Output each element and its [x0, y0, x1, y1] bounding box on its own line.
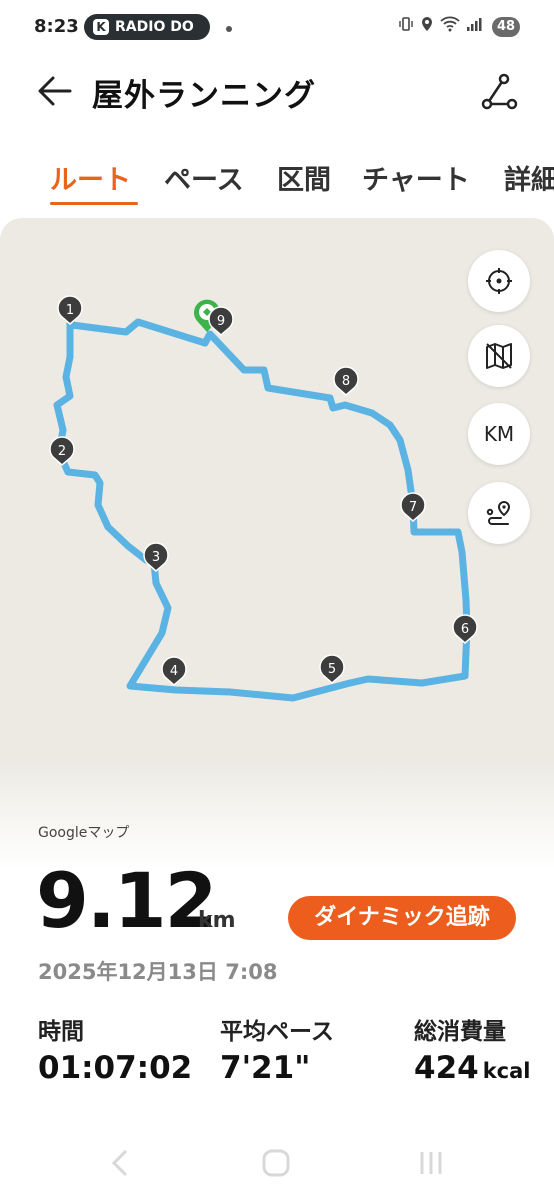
route-marker-7[interactable]: 7 — [400, 492, 426, 522]
tab-chart[interactable]: チャート — [362, 158, 470, 197]
route-pin-icon — [486, 500, 511, 525]
radio-app-icon: K — [93, 19, 109, 35]
tab-bar: ルート ペース 区間 チャート 詳細 — [0, 150, 554, 208]
route-marker-label: 7 — [409, 500, 417, 515]
crosshair-icon — [486, 268, 512, 294]
share-icon — [481, 73, 518, 110]
route-marker-label: 6 — [461, 622, 469, 637]
map-attribution: Googleマップ — [38, 825, 130, 841]
nav-back-icon[interactable] — [108, 1148, 132, 1178]
route-marker-label: 2 — [58, 444, 66, 459]
nav-home-icon[interactable] — [261, 1148, 291, 1178]
activity-datetime: 2025年12月13日 7:08 — [38, 960, 278, 984]
stat-value-time: 01:07:02 — [38, 1050, 192, 1086]
dynamic-tracking-button[interactable]: ダイナミック追跡 — [288, 896, 516, 940]
route-marker-1[interactable]: 1 — [57, 295, 83, 325]
back-arrow-icon — [38, 76, 72, 106]
route-marker-label: 9 — [217, 314, 225, 329]
stat-label-time: 時間 — [38, 1019, 84, 1045]
route-marker-label: 5 — [328, 662, 336, 677]
notification-pill[interactable]: K RADIO DO — [84, 14, 210, 40]
share-button[interactable] — [478, 72, 520, 112]
header: 屋外ランニング — [0, 60, 554, 124]
route-marker-label: 8 — [342, 374, 350, 389]
stat-value-calories: 424 kcal — [414, 1050, 531, 1086]
route-marker-6[interactable]: 6 — [452, 614, 478, 644]
unit-label: KM — [483, 422, 515, 446]
map-type-button[interactable] — [468, 325, 530, 387]
tab-details[interactable]: 詳細 — [504, 158, 554, 197]
battery-indicator: 48 — [492, 17, 520, 37]
notification-text: RADIO DO — [115, 19, 194, 35]
route-marker-label: 3 — [152, 550, 160, 565]
route-marker-9[interactable]: 9 — [208, 306, 234, 336]
recenter-button[interactable] — [468, 250, 530, 312]
route-map[interactable]: 1 2 3 4 5 6 7 8 9 KM — [0, 218, 554, 838]
route-marker-5[interactable]: 5 — [319, 654, 345, 684]
tab-pace[interactable]: ペース — [164, 158, 244, 197]
status-icons — [398, 16, 482, 32]
stat-label-calories: 総消費量 — [414, 1019, 506, 1045]
stat-time-number: 01:07:02 — [38, 1050, 193, 1086]
route-marker-3[interactable]: 3 — [143, 542, 169, 572]
stat-calories-number: 424 — [414, 1050, 479, 1086]
unit-toggle-button[interactable]: KM — [468, 403, 530, 465]
signal-icon — [467, 18, 482, 31]
vibrate-icon — [399, 17, 413, 31]
map-fade — [0, 760, 554, 870]
page-title: 屋外ランニング — [92, 78, 316, 114]
location-icon — [422, 17, 432, 31]
stat-value-pace: 7'21" — [220, 1050, 310, 1086]
distance-unit: km — [198, 908, 236, 933]
back-button[interactable] — [36, 74, 74, 108]
system-nav-bar — [0, 1130, 554, 1200]
route-marker-label: 4 — [170, 664, 178, 679]
tab-route[interactable]: ルート — [50, 158, 131, 197]
route-marker-8[interactable]: 8 — [333, 366, 359, 396]
route-marker-label: 1 — [66, 303, 74, 318]
status-time: 8:23 — [34, 16, 79, 37]
map-icon — [486, 343, 512, 369]
active-tab-indicator — [50, 202, 138, 205]
stat-label-pace: 平均ペース — [220, 1019, 334, 1045]
route-marker-2[interactable]: 2 — [49, 436, 75, 466]
route-marker-4[interactable]: 4 — [161, 656, 187, 686]
notification-dot — [226, 26, 232, 32]
stat-calories-unit: kcal — [482, 1059, 531, 1083]
route-replay-button[interactable] — [468, 482, 530, 544]
distance-value: 9.12 — [36, 856, 218, 945]
stat-pace-number: 7'21" — [220, 1050, 311, 1086]
nav-recents-icon[interactable] — [418, 1148, 444, 1178]
wifi-icon — [440, 16, 460, 32]
status-bar: 8:23 K RADIO DO 48 — [0, 0, 554, 56]
tab-segments[interactable]: 区間 — [277, 158, 331, 197]
